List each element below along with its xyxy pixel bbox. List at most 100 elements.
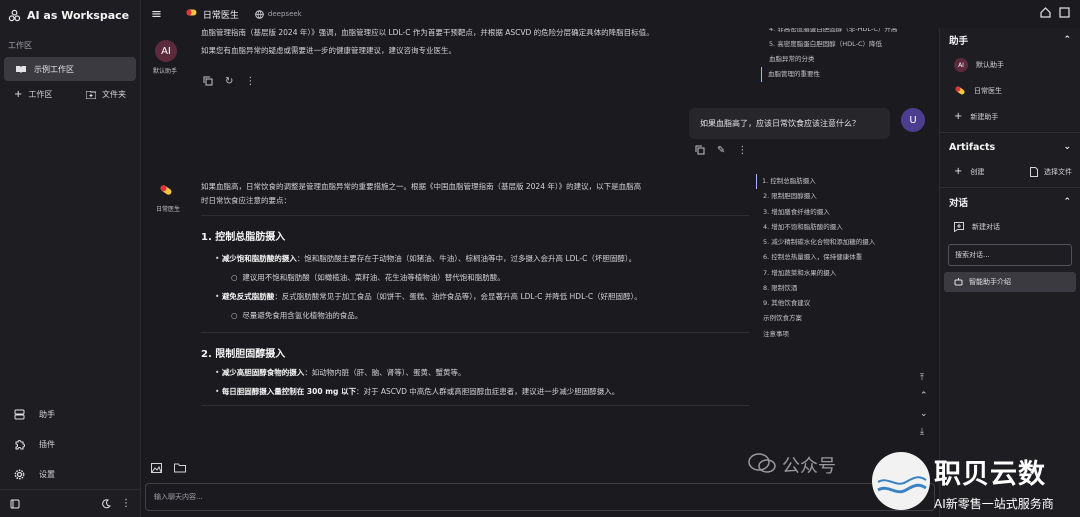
toc-item[interactable]: 3. 增加膳食纤维的摄入 xyxy=(763,205,875,220)
choose-file-button[interactable]: 选择文件 xyxy=(1030,167,1072,177)
toc-item[interactable]: 2. 限制胆固醇摄入 xyxy=(763,189,875,204)
copy-icon[interactable] xyxy=(695,145,705,158)
conversation-section-header[interactable]: 对话 ⌃ xyxy=(940,190,1080,214)
new-conversation-label: 新建对话 xyxy=(972,223,1000,231)
plus-icon: + xyxy=(954,111,963,122)
toc-item[interactable]: 示例饮食方案 xyxy=(763,311,875,326)
chat-input[interactable]: 输入聊天内容... xyxy=(145,483,935,511)
assistant-item-default[interactable]: AI 默认助手 xyxy=(940,52,1080,78)
nav-settings-label: 设置 xyxy=(39,469,55,479)
toc-item-active[interactable]: 1. 控制总脂肪摄入 xyxy=(756,174,875,190)
chevron-up-icon: ⌃ xyxy=(1063,197,1071,207)
sub-bullet: ○ 尽量避免食用含氢化植物油的食品。 xyxy=(231,311,363,321)
toc-item-active[interactable]: 血脂管理的重要性 xyxy=(761,66,897,82)
moon-icon[interactable] xyxy=(101,498,111,509)
assistant-item-doctor[interactable]: 日常医生 xyxy=(940,78,1080,104)
folder-icon[interactable] xyxy=(174,458,186,477)
pill-icon xyxy=(954,86,966,97)
app-logo-icon xyxy=(8,9,21,22)
model-selector[interactable]: deepseek xyxy=(255,9,302,19)
toc-item[interactable]: 血脂异常的分类 xyxy=(769,52,897,67)
workspace-item-example[interactable]: 示例工作区 xyxy=(4,57,136,81)
toc-item-label: 血脂管理的重要性 xyxy=(768,69,820,78)
app-root: AI as Workspace 工作区 示例工作区 + 工作区 文件夹 助手 插… xyxy=(0,0,1080,517)
refresh-icon[interactable]: ↻ xyxy=(225,76,233,89)
more-vertical-icon[interactable]: ⋮ xyxy=(121,498,131,509)
add-folder-button[interactable]: 文件夹 xyxy=(86,89,126,100)
conversation-search-input[interactable]: 搜索对话... xyxy=(948,244,1072,266)
bullet: • 减少饱和脂肪酸的摄入：饱和脂肪酸主要存在于动物油（如猪油、牛油）、棕榈油等中… xyxy=(215,253,637,263)
book-open-icon[interactable] xyxy=(10,499,20,509)
toc-item[interactable]: 5. 减少精制碳水化合物和添加糖的摄入 xyxy=(763,235,875,250)
toc-item[interactable]: 9. 其他饮食建议 xyxy=(763,296,875,311)
expand-icon[interactable] xyxy=(1059,7,1070,18)
chat-area: AI 默认助手 血脂管理指南（基层版 2024 年）》强调，血脂管理应以 LDL… xyxy=(141,28,939,450)
assistant-section-title: 助手 xyxy=(949,36,969,47)
home-icon[interactable] xyxy=(1040,7,1051,18)
message-2-intro: 时日常饮食应注意的要点： xyxy=(201,196,291,206)
scroll-bottom-icon[interactable]: ⤓ xyxy=(920,427,928,437)
toc-item[interactable]: 6. 控制总热量摄入，保持健康体重 xyxy=(763,250,875,265)
image-icon[interactable] xyxy=(151,458,162,477)
assistant-name: 默认助手 xyxy=(152,68,177,75)
scroll-top-icon[interactable]: ⤒ xyxy=(920,373,928,383)
app-title: AI as Workspace xyxy=(27,8,130,22)
toc-item[interactable]: 5. 高密度脂蛋白胆固醇（HDL-C）降低 xyxy=(769,37,897,52)
artifacts-section-header[interactable]: Artifacts ⌄ xyxy=(940,135,1080,159)
nav-settings[interactable]: 设置 xyxy=(0,459,141,489)
watermark-slogan: AI新零售一站式服务商 xyxy=(934,497,1054,511)
section-heading: 1. 控制总脂肪摄入 xyxy=(201,231,286,243)
edit-icon[interactable]: ✎ xyxy=(717,145,725,158)
nav-plugin[interactable]: 插件 xyxy=(0,429,141,459)
copy-icon[interactable] xyxy=(203,76,213,89)
folder-plus-icon xyxy=(86,90,96,99)
assistant-item-label: 默认助手 xyxy=(976,61,1004,69)
toc-item[interactable]: 8. 限制饮酒 xyxy=(763,281,875,296)
sub-bullet-text: 尽量避免食用含氢化植物油的食品。 xyxy=(242,311,363,321)
toc-item[interactable]: 4. 非高密度脂蛋白胆固醇（非-HDL-C）升高 xyxy=(769,28,897,37)
more-vertical-icon[interactable]: ⋮ xyxy=(245,76,255,89)
nav-assistant-label: 助手 xyxy=(39,409,55,419)
active-tab[interactable]: 日常医生 xyxy=(186,8,239,21)
nav-assistant[interactable]: 助手 xyxy=(0,399,141,429)
top-bar: ≡ 日常医生 deepseek xyxy=(141,0,939,28)
choose-file-label: 选择文件 xyxy=(1044,168,1072,176)
menu-icon[interactable]: ≡ xyxy=(151,8,162,21)
more-vertical-icon[interactable]: ⋮ xyxy=(737,145,747,158)
toc-2: 1. 控制总脂肪摄入 2. 限制胆固醇摄入 3. 增加膳食纤维的摄入 4. 增加… xyxy=(756,174,875,342)
bullet-bold: 避免反式脂肪酸 xyxy=(221,292,275,301)
avatar: AI xyxy=(954,58,968,72)
globe-icon xyxy=(255,9,264,19)
robot-icon xyxy=(954,277,963,288)
conversation-item[interactable]: 智能助手介绍 xyxy=(944,272,1076,292)
plus-icon: + xyxy=(14,88,23,100)
user-avatar: U xyxy=(901,108,925,132)
scroll-down-icon[interactable]: ⌄ xyxy=(920,409,928,419)
active-tab-label: 日常医生 xyxy=(202,10,239,21)
file-plus-icon xyxy=(1030,167,1038,177)
pill-icon xyxy=(159,180,173,199)
toc-item[interactable]: 4. 增加不饱和脂肪酸的摄入 xyxy=(763,220,875,235)
new-assistant-button[interactable]: + 新建助手 xyxy=(940,104,1080,130)
watermark-left: 公众号 xyxy=(748,452,836,478)
scroll-up-icon[interactable]: ⌃ xyxy=(920,391,928,401)
message-1-line: 血脂管理指南（基层版 2024 年）》强调，血脂管理应以 LDL-C 作为首要干… xyxy=(201,28,654,37)
new-conversation-button[interactable]: 新建对话 xyxy=(940,214,1080,240)
bullet: • 每日胆固醇摄入量控制在 300 mg 以下：对于 ASCVD 中高危人群或高… xyxy=(215,386,620,396)
workspace-section-label: 工作区 xyxy=(8,41,32,50)
user-message-tools: ✎ ⋮ xyxy=(695,145,747,158)
message-1-text: 血脂管理指南（基层版 2024 年）》强调，血脂管理应以 LDL-C 作为首要干… xyxy=(201,28,761,59)
create-artifact-button[interactable]: + 创建 xyxy=(954,167,984,177)
toc-item[interactable]: 注意事项 xyxy=(763,327,875,342)
add-workspace-button[interactable]: + 工作区 xyxy=(14,89,52,100)
bullet-bold: 减少高胆固醇食物的摄入 xyxy=(221,367,305,377)
artifacts-actions: + 创建 选择文件 xyxy=(940,159,1080,185)
assistant-name: 日常医生 xyxy=(155,206,180,213)
assistant-section-header[interactable]: 助手 ⌃ xyxy=(940,28,1080,52)
left-bottom-nav: 助手 插件 设置 ⋮ xyxy=(0,399,141,517)
plus-icon: + xyxy=(954,166,963,177)
create-label: 创建 xyxy=(970,168,985,176)
toc-item[interactable]: 7. 增加蔬菜和水果的摄入 xyxy=(763,266,875,281)
scroll-controls: ⤒ ⌃ ⌄ ⤓ xyxy=(920,373,928,437)
assistant-icon xyxy=(14,409,25,420)
